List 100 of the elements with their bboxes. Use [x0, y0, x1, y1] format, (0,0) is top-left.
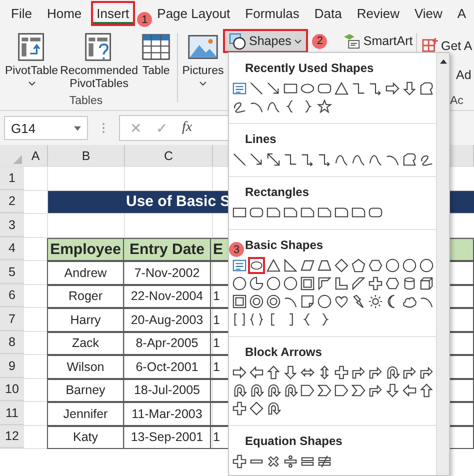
plus-icon[interactable] — [232, 401, 247, 416]
row-header[interactable]: 10 — [0, 378, 24, 401]
plus-icon[interactable] — [232, 454, 247, 469]
rounded-rectangle-icon[interactable] — [317, 81, 332, 96]
u-turn-arrow-icon[interactable] — [249, 383, 264, 398]
sun-icon[interactable] — [368, 294, 383, 309]
rounded-rectangle-icon[interactable] — [368, 205, 383, 220]
column-header[interactable]: A — [24, 145, 48, 166]
row-header[interactable]: 1 — [0, 167, 24, 190]
smartart-button[interactable]: SmartArt — [337, 29, 419, 53]
donut-icon[interactable] — [266, 294, 281, 309]
not-equal-icon[interactable] — [317, 454, 332, 469]
folded-corner-icon[interactable] — [300, 294, 315, 309]
chevron-icon[interactable] — [351, 383, 366, 398]
up-arrow-icon[interactable] — [266, 365, 281, 380]
shapes-button[interactable]: Shapes — [223, 29, 308, 53]
star-icon[interactable] — [317, 99, 332, 114]
diamond-icon[interactable] — [249, 401, 264, 416]
ribbon-tab[interactable]: View — [408, 1, 448, 26]
equal-icon[interactable] — [300, 454, 315, 469]
circle-icon[interactable] — [385, 258, 400, 273]
hexagon-icon[interactable] — [368, 258, 383, 273]
freeform-icon[interactable] — [402, 152, 417, 167]
pie-icon[interactable] — [249, 276, 264, 291]
curve-icon[interactable] — [266, 99, 281, 114]
parallelogram-icon[interactable] — [300, 258, 315, 273]
bent-arrow-icon[interactable] — [402, 365, 417, 380]
ribbon-button[interactable]: Recommended PivotTables — [61, 29, 138, 93]
frame-icon[interactable] — [300, 276, 315, 291]
donut-icon[interactable] — [249, 294, 264, 309]
diagonal-stripe-icon[interactable] — [351, 276, 366, 291]
down-arrow-icon[interactable] — [385, 383, 400, 398]
frame-icon[interactable] — [232, 294, 247, 309]
curve-icon[interactable] — [334, 152, 349, 167]
plus-icon[interactable] — [334, 365, 349, 380]
row-header[interactable]: 6 — [0, 284, 24, 307]
elbow-arrow-icon[interactable] — [317, 152, 332, 167]
row-header[interactable]: 2 — [0, 190, 24, 213]
curve-icon[interactable] — [351, 152, 366, 167]
row-header[interactable]: 11 — [0, 402, 24, 424]
elbow-arrow-icon[interactable] — [368, 81, 383, 96]
add-ins-label[interactable]: Get A — [441, 38, 472, 52]
l-shape-icon[interactable] — [334, 276, 349, 291]
name-box[interactable]: G14 — [4, 116, 88, 140]
cylinder-icon[interactable] — [402, 276, 417, 291]
cloud-icon[interactable] — [402, 294, 417, 309]
circle-icon[interactable] — [283, 276, 298, 291]
row-header[interactable]: 7 — [0, 308, 24, 330]
left-arrow-icon[interactable] — [249, 365, 264, 380]
lightning-icon[interactable] — [351, 294, 366, 309]
diamond-icon[interactable] — [334, 258, 349, 273]
circle-icon[interactable] — [317, 294, 332, 309]
ribbon-button[interactable]: Table — [139, 29, 174, 93]
line-icon[interactable] — [232, 152, 247, 167]
chevron-icon[interactable] — [317, 383, 332, 398]
rounded-rectangle-icon[interactable] — [249, 205, 264, 220]
scrollbar[interactable] — [436, 53, 449, 475]
bent-arrow-icon[interactable] — [368, 365, 383, 380]
right-arrow-icon[interactable] — [385, 81, 400, 96]
bent-arrow-icon[interactable] — [419, 365, 434, 380]
multiply-icon[interactable] — [266, 454, 281, 469]
curve-icon[interactable] — [368, 152, 383, 167]
pictures-button[interactable]: Pictures — [183, 29, 223, 110]
triangle-icon[interactable] — [266, 258, 281, 273]
pentagon-arrow-icon[interactable] — [334, 383, 349, 398]
hexagon-icon[interactable] — [385, 276, 400, 291]
right-arrow-icon[interactable] — [232, 365, 247, 380]
down-arrow-icon[interactable] — [283, 365, 298, 380]
arrow-icon[interactable] — [266, 81, 281, 96]
row-header[interactable]: 4 — [0, 238, 24, 260]
scroll-up-icon[interactable] — [440, 59, 446, 64]
insert-function-button[interactable]: fx — [182, 120, 192, 136]
right-triangle-icon[interactable] — [283, 258, 298, 273]
circle-icon[interactable] — [402, 258, 417, 273]
row-header[interactable]: 9 — [0, 355, 24, 378]
circle-icon[interactable] — [419, 258, 434, 273]
pentagon-icon[interactable] — [351, 258, 366, 273]
rectangle-icon[interactable] — [232, 205, 247, 220]
column-header[interactable]: C — [125, 145, 213, 166]
freeform-icon[interactable] — [419, 81, 434, 96]
ribbon-button[interactable]: PivotTable — [4, 29, 60, 93]
ribbon-tab[interactable]: File — [5, 1, 38, 26]
ribbon-tab[interactable]: A — [451, 1, 472, 26]
line-icon[interactable] — [249, 81, 264, 96]
text-box-icon[interactable] — [232, 81, 247, 96]
cube-icon[interactable] — [419, 276, 434, 291]
plus-icon[interactable] — [368, 276, 383, 291]
column-header[interactable]: B — [48, 145, 125, 166]
triangle-icon[interactable] — [334, 81, 349, 96]
u-turn-arrow-icon[interactable] — [385, 365, 400, 380]
braces-icon[interactable] — [249, 312, 264, 327]
brackets-icon[interactable] — [232, 312, 247, 327]
rectangle-icon[interactable] — [283, 81, 298, 96]
oval-icon[interactable] — [300, 81, 315, 96]
text-box-icon[interactable] — [232, 258, 247, 273]
double-arrow-icon[interactable] — [266, 152, 281, 167]
half-frame-icon[interactable] — [317, 276, 332, 291]
trapezoid-icon[interactable] — [317, 258, 332, 273]
elbow-connector-icon[interactable] — [351, 81, 366, 96]
ribbon-tab[interactable]: Home — [40, 1, 88, 26]
